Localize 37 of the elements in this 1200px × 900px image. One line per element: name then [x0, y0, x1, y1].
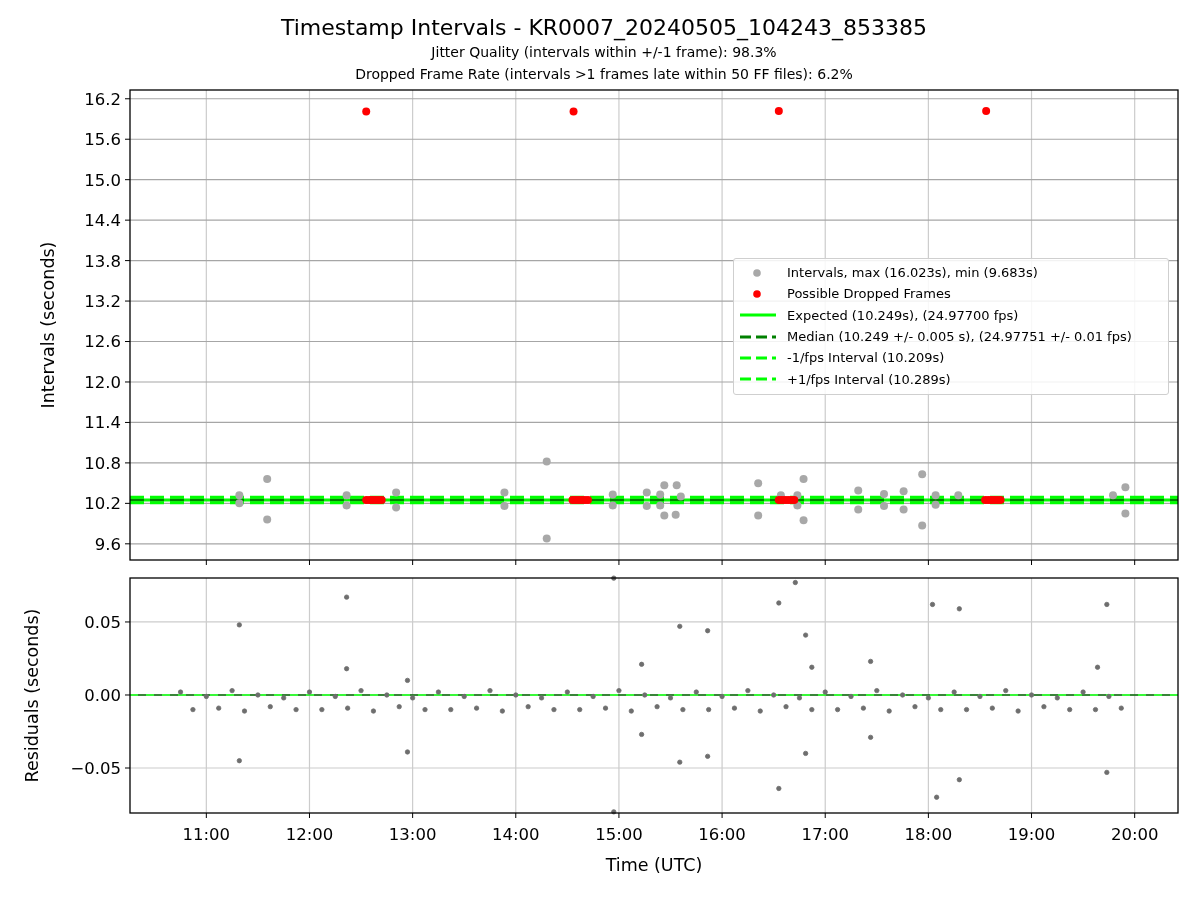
y-tick-label: 15.6 [84, 130, 121, 150]
x-tick-label: 15:00 [595, 825, 643, 844]
legend-label: +1/fps Interval (10.289s) [787, 371, 951, 387]
x-tick-label: 18:00 [904, 825, 953, 844]
y-tick-label: 10.8 [84, 453, 121, 473]
x-tick-label: 17:00 [801, 825, 849, 844]
chart-subtitle: Dropped Frame Rate (intervals >1 frames late within 50 FF files): 6.2% [355, 65, 853, 84]
y-tick-label: 13.8 [84, 251, 121, 271]
y-axis-label: Intervals (seconds) [38, 241, 58, 409]
y-tick-label: 14.4 [84, 211, 121, 231]
y-tick-label: 10.2 [84, 494, 121, 514]
x-tick-label: 20:00 [1110, 825, 1159, 844]
x-tick-label: 11:00 [182, 825, 231, 844]
y-tick-label: 15.0 [84, 170, 121, 190]
legend-label: Possible Dropped Frames [787, 286, 951, 302]
y-tick-label: 12.6 [84, 332, 121, 352]
legend-label: Intervals, max (16.023s), min (9.683s) [787, 265, 1038, 281]
x-tick-label: 12:00 [285, 825, 334, 844]
x-tick-label: 13:00 [388, 825, 437, 844]
legend-label: Expected (10.249s), (24.97700 fps) [787, 307, 1019, 323]
y-tick-label: 0.05 [84, 612, 121, 632]
y-tick-label: −0.05 [70, 758, 121, 778]
y-tick-label: 0.00 [84, 685, 121, 705]
x-tick-label: 14:00 [492, 825, 540, 844]
chart-subtitle: Jitter Quality (intervals within +/-1 frame): 98.3% [431, 43, 777, 62]
y-tick-label: 11.4 [84, 413, 121, 433]
y-axis-label: Residuals (seconds) [22, 608, 42, 783]
y-tick-label: 9.6 [94, 534, 121, 554]
y-tick-label: 12.0 [84, 372, 121, 392]
chart-title: Timestamp Intervals - KR0007_20240505_104243_853385 [280, 15, 928, 41]
y-tick-label: 13.2 [84, 292, 121, 311]
x-tick-label: 19:00 [1007, 825, 1056, 844]
x-axis-label: Time (UTC) [605, 855, 703, 875]
y-tick-label: 16.2 [84, 89, 121, 109]
legend-label: Median (10.249 +/- 0.005 s), (24.97751 +/- 0.01 fps) [787, 329, 1132, 345]
x-tick-label: 16:00 [698, 825, 746, 844]
legend-label: -1/fps Interval (10.209s) [787, 350, 945, 366]
